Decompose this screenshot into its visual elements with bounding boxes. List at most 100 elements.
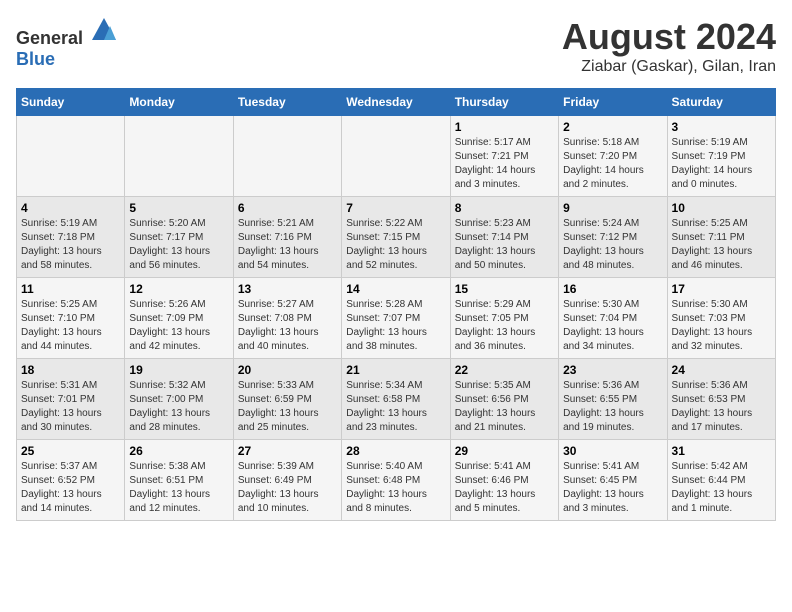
logo-general: General <box>16 28 83 48</box>
calendar-day-cell: 1 Sunrise: 5:17 AM Sunset: 7:21 PM Daylig… <box>450 116 558 197</box>
day-number: 31 <box>672 444 771 458</box>
day-number: 6 <box>238 201 337 215</box>
calendar-day-cell: 20Sunrise: 5:33 AM Sunset: 6:59 PM Dayli… <box>233 359 341 440</box>
day-number: 7 <box>346 201 445 215</box>
day-info: Sunrise: 5:35 AM Sunset: 6:56 PM Dayligh… <box>455 379 554 435</box>
calendar-header: SundayMondayTuesdayWednesdayThursdayFrid… <box>17 89 776 116</box>
day-number: 1 <box>455 120 554 134</box>
logo-blue: Blue <box>16 49 55 69</box>
day-info: Sunrise: 5:42 AM Sunset: 6:44 PM Dayligh… <box>672 460 771 516</box>
calendar-week-row: 1 Sunrise: 5:17 AM Sunset: 7:21 PM Daylig… <box>17 116 776 197</box>
day-info: Sunrise: 5:33 AM Sunset: 6:59 PM Dayligh… <box>238 379 337 435</box>
calendar-week-row: 11Sunrise: 5:25 AM Sunset: 7:10 PM Dayli… <box>17 278 776 359</box>
calendar-table: SundayMondayTuesdayWednesdayThursdayFrid… <box>16 88 776 521</box>
day-info: Sunrise: 5:19 AM Sunset: 7:18 PM Dayligh… <box>21 217 120 273</box>
day-number: 5 <box>129 201 228 215</box>
calendar-day-cell: 26 Sunrise: 5:38 AM Sunset: 6:51 PM Dayli… <box>125 440 233 521</box>
day-number: 16 <box>563 282 662 296</box>
calendar-day-cell: 30Sunrise: 5:41 AM Sunset: 6:45 PM Dayli… <box>559 440 667 521</box>
day-number: 18 <box>21 363 120 377</box>
day-info: Sunrise: 5:30 AM Sunset: 7:04 PM Dayligh… <box>563 298 662 354</box>
day-number: 24 <box>672 363 771 377</box>
day-number: 22 <box>455 363 554 377</box>
calendar-week-row: 18 Sunrise: 5:31 AM Sunset: 7:01 PM Dayli… <box>17 359 776 440</box>
day-number: 30 <box>563 444 662 458</box>
day-info: Sunrise: 5:20 AM Sunset: 7:17 PM Dayligh… <box>129 217 228 273</box>
day-info: Sunrise: 5:28 AM Sunset: 7:07 PM Dayligh… <box>346 298 445 354</box>
day-info: Sunrise: 5:36 AM Sunset: 6:53 PM Dayligh… <box>672 379 771 435</box>
day-number: 12 <box>129 282 228 296</box>
calendar-day-cell: 28 Sunrise: 5:40 AM Sunset: 6:48 PM Dayli… <box>342 440 450 521</box>
day-info: Sunrise: 5:22 AM Sunset: 7:15 PM Dayligh… <box>346 217 445 273</box>
day-info: Sunrise: 5:17 AM Sunset: 7:21 PM Dayligh… <box>455 136 554 192</box>
day-number: 25 <box>21 444 120 458</box>
calendar-day-cell: 14Sunrise: 5:28 AM Sunset: 7:07 PM Dayli… <box>342 278 450 359</box>
calendar-week-row: 4 Sunrise: 5:19 AM Sunset: 7:18 PM Daylig… <box>17 197 776 278</box>
header-row: SundayMondayTuesdayWednesdayThursdayFrid… <box>17 89 776 116</box>
calendar-day-cell: 5 Sunrise: 5:20 AM Sunset: 7:17 PM Daylig… <box>125 197 233 278</box>
day-info: Sunrise: 5:21 AM Sunset: 7:16 PM Dayligh… <box>238 217 337 273</box>
calendar-day-cell: 4 Sunrise: 5:19 AM Sunset: 7:18 PM Daylig… <box>17 197 125 278</box>
calendar-day-cell: 2Sunrise: 5:18 AM Sunset: 7:20 PM Daylig… <box>559 116 667 197</box>
subtitle: Ziabar (Gaskar), Gilan, Iran <box>562 58 776 76</box>
day-number: 28 <box>346 444 445 458</box>
day-number: 2 <box>563 120 662 134</box>
calendar-day-cell <box>342 116 450 197</box>
calendar-day-cell: 10 Sunrise: 5:25 AM Sunset: 7:11 PM Dayli… <box>667 197 775 278</box>
day-number: 27 <box>238 444 337 458</box>
calendar-day-cell: 15Sunrise: 5:29 AM Sunset: 7:05 PM Dayli… <box>450 278 558 359</box>
calendar-day-cell: 22 Sunrise: 5:35 AM Sunset: 6:56 PM Dayli… <box>450 359 558 440</box>
header-day: Monday <box>125 89 233 116</box>
header-day: Thursday <box>450 89 558 116</box>
day-number: 19 <box>129 363 228 377</box>
day-number: 13 <box>238 282 337 296</box>
day-info: Sunrise: 5:31 AM Sunset: 7:01 PM Dayligh… <box>21 379 120 435</box>
day-info: Sunrise: 5:25 AM Sunset: 7:10 PM Dayligh… <box>21 298 120 354</box>
day-info: Sunrise: 5:19 AM Sunset: 7:19 PM Dayligh… <box>672 136 771 192</box>
day-info: Sunrise: 5:34 AM Sunset: 6:58 PM Dayligh… <box>346 379 445 435</box>
day-info: Sunrise: 5:38 AM Sunset: 6:51 PM Dayligh… <box>129 460 228 516</box>
calendar-day-cell: 19 Sunrise: 5:32 AM Sunset: 7:00 PM Dayli… <box>125 359 233 440</box>
calendar-day-cell: 18 Sunrise: 5:31 AM Sunset: 7:01 PM Dayli… <box>17 359 125 440</box>
day-info: Sunrise: 5:37 AM Sunset: 6:52 PM Dayligh… <box>21 460 120 516</box>
calendar-week-row: 25 Sunrise: 5:37 AM Sunset: 6:52 PM Dayli… <box>17 440 776 521</box>
day-number: 17 <box>672 282 771 296</box>
day-number: 21 <box>346 363 445 377</box>
calendar-day-cell <box>125 116 233 197</box>
day-info: Sunrise: 5:27 AM Sunset: 7:08 PM Dayligh… <box>238 298 337 354</box>
main-title: August 2024 <box>562 16 776 58</box>
day-number: 15 <box>455 282 554 296</box>
day-info: Sunrise: 5:32 AM Sunset: 7:00 PM Dayligh… <box>129 379 228 435</box>
calendar-day-cell: 13 Sunrise: 5:27 AM Sunset: 7:08 PM Dayli… <box>233 278 341 359</box>
header-day: Tuesday <box>233 89 341 116</box>
header-day: Sunday <box>17 89 125 116</box>
day-number: 4 <box>21 201 120 215</box>
day-number: 3 <box>672 120 771 134</box>
day-number: 26 <box>129 444 228 458</box>
day-number: 9 <box>563 201 662 215</box>
day-info: Sunrise: 5:23 AM Sunset: 7:14 PM Dayligh… <box>455 217 554 273</box>
calendar-day-cell: 11Sunrise: 5:25 AM Sunset: 7:10 PM Dayli… <box>17 278 125 359</box>
calendar-day-cell <box>17 116 125 197</box>
header-day: Saturday <box>667 89 775 116</box>
day-info: Sunrise: 5:41 AM Sunset: 6:46 PM Dayligh… <box>455 460 554 516</box>
day-info: Sunrise: 5:40 AM Sunset: 6:48 PM Dayligh… <box>346 460 445 516</box>
calendar-day-cell: 6 Sunrise: 5:21 AM Sunset: 7:16 PM Daylig… <box>233 197 341 278</box>
day-number: 29 <box>455 444 554 458</box>
calendar-day-cell: 3 Sunrise: 5:19 AM Sunset: 7:19 PM Daylig… <box>667 116 775 197</box>
day-info: Sunrise: 5:30 AM Sunset: 7:03 PM Dayligh… <box>672 298 771 354</box>
calendar-day-cell: 7 Sunrise: 5:22 AM Sunset: 7:15 PM Daylig… <box>342 197 450 278</box>
day-number: 23 <box>563 363 662 377</box>
title-area: August 2024 Ziabar (Gaskar), Gilan, Iran <box>562 16 776 76</box>
logo: General Blue <box>16 16 118 70</box>
day-info: Sunrise: 5:26 AM Sunset: 7:09 PM Dayligh… <box>129 298 228 354</box>
day-info: Sunrise: 5:25 AM Sunset: 7:11 PM Dayligh… <box>672 217 771 273</box>
day-number: 10 <box>672 201 771 215</box>
day-number: 8 <box>455 201 554 215</box>
calendar-day-cell: 16 Sunrise: 5:30 AM Sunset: 7:04 PM Dayli… <box>559 278 667 359</box>
logo-text: General Blue <box>16 16 118 70</box>
calendar-day-cell: 27Sunrise: 5:39 AM Sunset: 6:49 PM Dayli… <box>233 440 341 521</box>
calendar-day-cell: 9Sunrise: 5:24 AM Sunset: 7:12 PM Daylig… <box>559 197 667 278</box>
calendar-day-cell: 25 Sunrise: 5:37 AM Sunset: 6:52 PM Dayli… <box>17 440 125 521</box>
calendar-day-cell: 24 Sunrise: 5:36 AM Sunset: 6:53 PM Dayli… <box>667 359 775 440</box>
